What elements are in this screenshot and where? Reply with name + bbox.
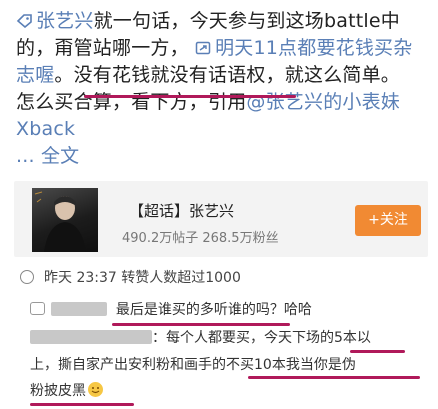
highlight-underline-c1: [112, 323, 290, 326]
person-photo-icon: [34, 191, 86, 252]
comment-1[interactable]: 最后是谁买的多听谁的吗？哈哈: [30, 300, 312, 320]
highlight-underline-c3: [248, 376, 420, 379]
clock-icon: [20, 270, 34, 284]
post-line-2: 的，甭管站哪一方， 明天11点都要花钱买杂: [16, 37, 413, 59]
magazine-link[interactable]: 明天11点都要花钱买杂: [189, 37, 413, 59]
smile-emoji-icon: [88, 382, 103, 397]
reply-icon: [30, 302, 45, 315]
super-topic-card[interactable]: 【超话】张艺兴 490.2万帖子 268.5万粉丝 +关注: [14, 181, 428, 257]
post-line-5: Xback: [16, 116, 430, 143]
mention-cousin-cont[interactable]: Xback: [16, 118, 75, 140]
full-text-link[interactable]: ... 全文: [16, 145, 79, 167]
comment-2-line-2: 上，撕自家产出安利粉和画手的不买10本我当你是伪: [30, 357, 356, 373]
blurred-username: [30, 330, 152, 344]
post-line-4: 怎么买合算，看下方，引用@张艺兴的小表妹: [16, 91, 401, 113]
topic-title: 【超话】张艺兴: [129, 202, 235, 220]
topic-stats: 490.2万帖子 268.5万粉丝: [122, 231, 279, 246]
highlight-underline-c2: [350, 350, 405, 353]
post-line-3: 志喔。没有花钱就没有话语权，就这么简单。: [16, 64, 401, 86]
comment-2[interactable]: ：每个人都要买，今天下场的5本以: [30, 328, 371, 348]
magazine-link-cont[interactable]: 志喔: [16, 64, 54, 86]
post-line-6: ... 全文: [16, 143, 430, 170]
blurred-username: [51, 302, 108, 316]
post-line-1: 张艺兴就一句话，今天参与到这场battle中: [16, 8, 430, 35]
post-meta: 昨天 23:37 转赞人数超过1000: [20, 267, 241, 287]
highlight-underline-post: [84, 95, 296, 98]
mention-zhangyixing[interactable]: 张艺兴: [16, 10, 94, 32]
highlight-underline-c4: [30, 403, 134, 406]
post-body: 张艺兴就一句话，今天参与到这场battle中 的，甭管站哪一方， 明天11点都要…: [16, 0, 430, 170]
super-topic-tag-icon: [16, 14, 32, 28]
topic-thumbnail: [32, 188, 98, 252]
link-icon: [195, 41, 211, 55]
comment-2-line-3: 粉披皮黑: [30, 381, 103, 401]
follow-button[interactable]: +关注: [355, 205, 421, 236]
